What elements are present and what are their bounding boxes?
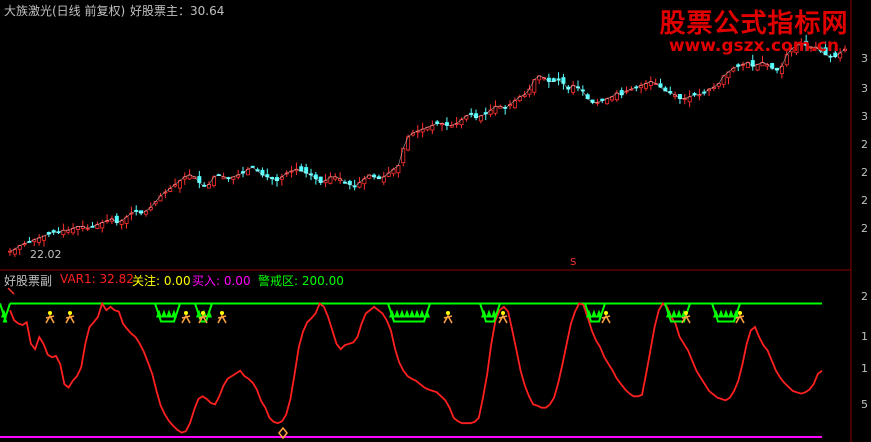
watermark-title: 股票公式指标网 xyxy=(659,9,849,39)
subpanel-layer xyxy=(0,301,823,438)
y-tick-main-2: 3 xyxy=(861,82,868,95)
candles-layer xyxy=(7,34,848,258)
signal-person-body xyxy=(601,314,611,324)
main-indicator-line xyxy=(9,42,846,252)
chart-stage: 大族激光(日线 前复权) 好股票主：30.64 22.02 S 好股票副 VAR… xyxy=(0,0,871,442)
warn-zone-dip xyxy=(387,303,431,323)
y-tick-sub-2: 1 xyxy=(861,330,868,343)
warn-tree-mark xyxy=(486,309,492,318)
warn-tree-mark xyxy=(671,309,677,318)
warn-tree-mark xyxy=(399,309,405,318)
y-tick-main-3: 3 xyxy=(861,110,868,123)
low-price-label: 22.02 xyxy=(30,248,62,261)
warn-tree-mark xyxy=(424,309,430,318)
warn-tree-mark xyxy=(404,309,410,318)
var1-line xyxy=(9,301,823,434)
y-tick-main-4: 2 xyxy=(861,138,868,151)
y-tick-sub-1: 2 xyxy=(861,290,868,303)
warn-tree-mark xyxy=(161,309,167,318)
signal-person-body xyxy=(443,314,453,324)
y-tick-main-5: 2 xyxy=(861,166,868,179)
y-tick-sub-3: 1 xyxy=(861,362,868,375)
buy-label: 买入: 0.00 xyxy=(192,274,251,288)
warn-tree-mark xyxy=(394,309,400,318)
warn-tree-mark xyxy=(723,309,729,318)
warn-tree-mark xyxy=(718,309,724,318)
signal-person-body xyxy=(681,314,691,324)
y-tick-main-7: 2 xyxy=(861,222,868,235)
signal-person-body xyxy=(65,314,75,324)
chart-canvas xyxy=(0,0,852,442)
warn-tree-mark xyxy=(591,309,597,318)
candle-body xyxy=(7,250,12,253)
candle-body xyxy=(401,147,406,164)
main-indicator-label: 好股票主：30.64 xyxy=(130,4,225,18)
warn-tree-mark xyxy=(414,309,420,318)
signal-person-body xyxy=(45,314,55,324)
focus-label: 关注: 0.00 xyxy=(132,274,191,288)
y-tick-sub-4: 5 xyxy=(861,398,868,411)
warn-tree-mark xyxy=(676,309,682,318)
candle-body xyxy=(304,167,309,174)
warn-label: 警戒区: 200.00 xyxy=(258,274,344,288)
signal-marker-label: S xyxy=(570,257,577,268)
signal-person-body xyxy=(498,314,508,324)
var1-label: VAR1: 32.82 xyxy=(60,272,134,286)
signal-person-body xyxy=(181,314,191,324)
main-title: 大族激光(日线 前复权) xyxy=(4,4,126,18)
candle-body xyxy=(158,195,163,202)
sub-title: 好股票副 xyxy=(4,274,53,288)
warn-tree-mark xyxy=(728,309,734,318)
warn-tree-mark xyxy=(419,309,425,318)
warn-tree-mark xyxy=(166,309,172,318)
y-tick-main-6: 2 xyxy=(861,194,868,207)
y-tick-main-1: 3 xyxy=(861,52,868,65)
candle-body xyxy=(755,63,760,71)
signal-person-body xyxy=(735,314,745,324)
signal-person-body xyxy=(217,314,227,324)
warn-tree-mark xyxy=(409,309,415,318)
watermark-url: www.gszx.com.cn xyxy=(668,36,840,56)
